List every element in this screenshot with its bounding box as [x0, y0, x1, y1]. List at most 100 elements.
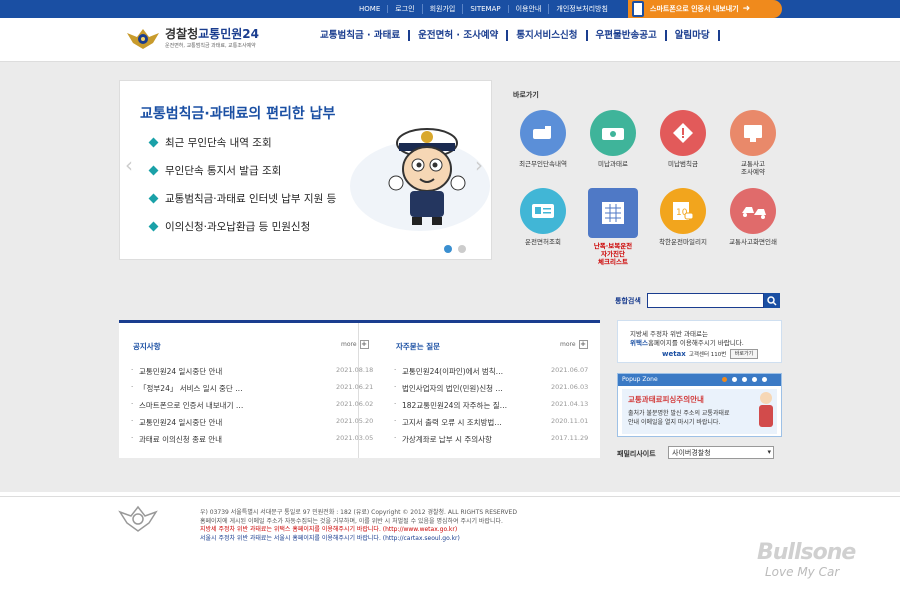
- banner-next-button[interactable]: ›: [475, 153, 483, 177]
- faq-item-date: 2021.06.03: [551, 383, 589, 391]
- popup-zone: Popup Zone 교통과태료피싱주의안내 출처가 불분명한 발신 주소의 교…: [617, 373, 782, 437]
- utility-links: HOME 로그인 회원가입 SITEMAP 이용안내 개인정보처리방침: [352, 0, 615, 18]
- quick-circle: [730, 188, 776, 234]
- banner-item: 교통범칙금·과태료 인터넷 납부 지원 등: [148, 191, 337, 206]
- logo-main: 경찰청: [165, 27, 199, 41]
- quick-link-mileage[interactable]: 10 착한운전마일리지: [648, 188, 718, 246]
- bullet-icon: ·: [394, 434, 397, 442]
- banner-item-text: 이의신청·과오납환급 등 민원신청: [165, 221, 311, 233]
- family-site-label: 패밀리사이트: [617, 450, 656, 458]
- quick-circle: [520, 110, 566, 156]
- banner-item: 무인단속 통지서 발급 조회: [148, 163, 336, 178]
- person-illustration-icon: [759, 392, 773, 427]
- search-button[interactable]: [764, 293, 780, 308]
- quick-circle: [590, 110, 636, 156]
- faq-more-button[interactable]: more +: [560, 340, 588, 349]
- notice-title: 공지사항: [133, 342, 161, 351]
- bullet-icon: ·: [131, 417, 134, 425]
- notice-item-date: 2021.03.05: [336, 434, 374, 442]
- family-site-select[interactable]: 사이버경찰청 ▾: [668, 446, 774, 459]
- footer-seoul-notice: 서울시 주정차 위반 과태료는 서울시 홈페이지를 이용해주시기 바랍니다. (…: [200, 534, 460, 542]
- quick-link-label: 미납과태료: [598, 160, 628, 168]
- popup-pagination: [722, 377, 772, 382]
- nav-notification[interactable]: 통지서비스신청: [508, 30, 588, 41]
- diamond-bullet-icon: [148, 165, 159, 176]
- faq-item-date: 2021.04.13: [551, 400, 589, 408]
- faq-item-date: 2017.11.29: [551, 434, 589, 442]
- faq-item-date: 2020.11.01: [551, 417, 589, 425]
- export-certificate-button[interactable]: 스마트폰으로 인증서 내보내기 ➜: [628, 0, 782, 18]
- export-certificate-label: 스마트폰으로 인증서 내보내기: [650, 5, 739, 13]
- popup-dot[interactable]: [762, 377, 767, 382]
- sitemap-link[interactable]: SITEMAP: [463, 5, 509, 13]
- nav-returned-mail[interactable]: 우편물반송공고: [588, 30, 667, 41]
- bullet-icon: ·: [131, 383, 134, 391]
- popup-dot[interactable]: [752, 377, 757, 382]
- faq-item-text: 가상계좌로 납부 시 주의사항: [402, 435, 492, 444]
- wetax-logo: wetax 고객센터 110번: [662, 350, 726, 358]
- wetax-call-center: 고객센터 110번: [688, 352, 727, 358]
- faq-item-text: 법인사업자의 법인(민원)신청 …: [402, 384, 503, 393]
- wetax-banner[interactable]: 지방세 주정차 위반 과태료는 위택스홈페이지를 이용해주시기 바랍니다. we…: [617, 320, 782, 363]
- quick-link-unpaid-fines[interactable]: 미납과태료: [578, 110, 648, 168]
- quick-links-title: 바로가기: [513, 91, 539, 99]
- wetax-line2-rest: 홈페이지를 이용해주시기 바랍니다.: [647, 339, 744, 347]
- banner-item-text: 교통범칙금·과태료 인터넷 납부 지원 등: [165, 193, 337, 205]
- quick-link-reckless-driving-checklist[interactable]: 난폭·보복운전 자가진단 체크리스트: [578, 188, 648, 266]
- home-link[interactable]: HOME: [352, 5, 389, 13]
- search-input[interactable]: [647, 293, 764, 308]
- wetax-logo-text: wetax: [662, 350, 686, 358]
- diamond-bullet-icon: [148, 137, 159, 148]
- notice-item-text: 과태료 이의신청 종료 안내: [139, 435, 223, 444]
- quick-link-accident-reservation[interactable]: 교통사고 조사예약: [718, 110, 788, 176]
- banner-prev-button[interactable]: ‹: [125, 153, 133, 177]
- site-logo[interactable]: 경찰청교통민원24 운전면허, 교통범칙금 과태료, 교통조사예약: [125, 25, 275, 55]
- privacy-link[interactable]: 개인정보처리방침: [549, 4, 615, 14]
- guide-link[interactable]: 이용안내: [509, 4, 550, 14]
- quick-link-label: 최근무인단속내역: [519, 160, 567, 168]
- bullet-icon: ·: [131, 400, 134, 408]
- quick-link-unpaid-penalty[interactable]: 미납범칙금: [648, 110, 718, 168]
- main-navigation: 교통범칙금 · 과태료 운전면허 · 조사예약 통지서비스신청 우편물반송공고 …: [312, 30, 720, 41]
- quick-link-license-check[interactable]: 운전면허조회: [508, 188, 578, 246]
- notice-item-text: 스마트폰으로 인증서 내보내기 …: [139, 401, 244, 410]
- quick-link-recent-enforcement[interactable]: 최근무인단속내역: [508, 110, 578, 168]
- police-emblem-icon: [118, 505, 158, 532]
- faq-item-text: 고지서 출력 오류 시 조치방법…: [402, 418, 502, 427]
- notice-item-text: 「정부24」 서비스 일시 중단 …: [139, 384, 243, 393]
- notice-item-date: 2021.08.18: [336, 366, 374, 374]
- quick-link-label: 미납범칙금: [668, 160, 698, 168]
- checklist-icon: [602, 202, 624, 224]
- login-link[interactable]: 로그인: [388, 4, 423, 14]
- banner-dot-active[interactable]: [444, 245, 452, 253]
- popup-dot[interactable]: [732, 377, 737, 382]
- popup-dot-active[interactable]: [722, 377, 727, 382]
- camera-icon: [533, 126, 551, 139]
- wetax-go-button[interactable]: 바로가기: [730, 349, 758, 359]
- banner-dot[interactable]: [458, 245, 466, 253]
- banner-pagination: [444, 245, 472, 253]
- money-icon: [602, 128, 624, 140]
- banner-item: 최근 무인단속 내역 조회: [148, 135, 336, 150]
- faq-title: 자주묻는 질문: [396, 342, 441, 351]
- quick-circle: 10: [660, 188, 706, 234]
- quick-link-accident-print[interactable]: 교통사고화면인쇄: [718, 188, 788, 246]
- nav-fines[interactable]: 교통범칙금 · 과태료: [312, 30, 411, 41]
- top-utility-bar: HOME 로그인 회원가입 SITEMAP 이용안내 개인정보처리방침 스마트폰…: [0, 0, 900, 18]
- nav-license[interactable]: 운전면허 · 조사예약: [410, 30, 509, 41]
- quick-link-label: 운전면허조회: [525, 238, 561, 246]
- popup-dot[interactable]: [742, 377, 747, 382]
- footer-email-notice: 홈페이지에 게시된 이메일 주소가 자동수집되는 것을 거부하며, 이를 위반 …: [200, 517, 503, 525]
- notice-more-button[interactable]: more +: [341, 340, 369, 349]
- diamond-bullet-icon: [148, 193, 159, 204]
- signup-link[interactable]: 회원가입: [423, 4, 464, 14]
- logo-subtitle: 운전면허, 교통범칙금 과태료, 교통조사예약: [165, 43, 256, 49]
- faq-item-text: 182교통민원24의 자주하는 질…: [402, 401, 508, 410]
- footer-wetax-notice: 지방세 주정차 위반 과태료는 위택스 홈페이지를 이용해주시기 바랍니다. (…: [200, 526, 458, 534]
- wetax-line2: 위택스홈페이지를 이용해주시기 바랍니다.: [630, 337, 744, 347]
- banner-feature-list: 최근 무인단속 내역 조회 무인단속 통지서 발급 조회 교통범칙금·과태료 인…: [148, 135, 337, 247]
- bullet-icon: ·: [394, 383, 397, 391]
- monitor-icon: [744, 125, 762, 142]
- popup-title: 교통과태료피싱주의안내: [628, 395, 704, 404]
- nav-news[interactable]: 알림마당: [667, 30, 720, 41]
